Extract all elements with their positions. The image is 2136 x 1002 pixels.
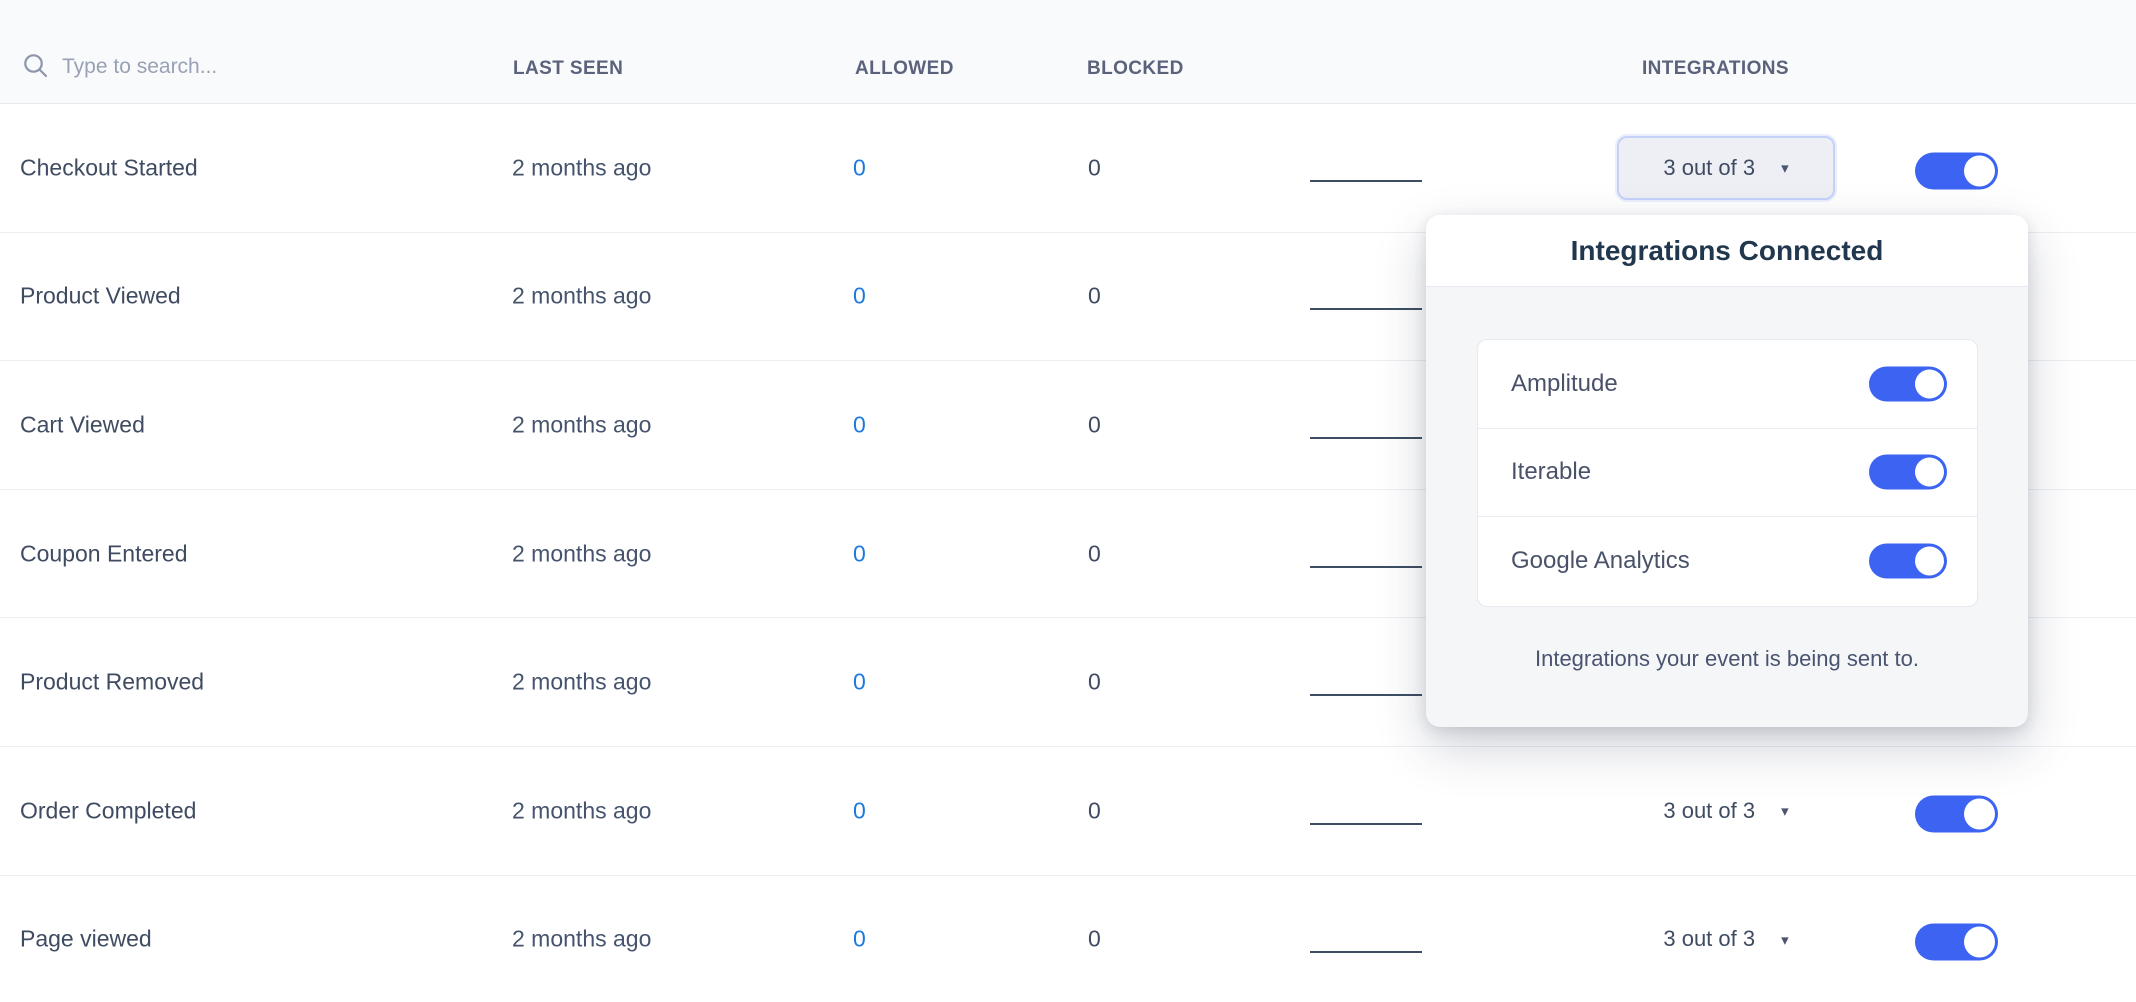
- integration-label: Google Analytics: [1511, 547, 1690, 575]
- chevron-down-icon: ▾: [1781, 804, 1789, 819]
- integration-label: Amplitude: [1511, 370, 1618, 398]
- integration-toggle[interactable]: [1869, 544, 1947, 579]
- toggle-knob: [1964, 927, 1995, 958]
- activity-sparkline: [1310, 823, 1422, 825]
- event-name: Cart Viewed: [20, 411, 145, 438]
- event-name: Product Viewed: [20, 283, 181, 310]
- event-toggle[interactable]: [1915, 152, 1998, 189]
- table-row: Checkout Started 2 months ago 0 0 3 out …: [0, 104, 2136, 233]
- activity-sparkline: [1310, 308, 1422, 310]
- table-header: LAST SEEN ALLOWED BLOCKED INTEGRATIONS: [0, 0, 2136, 104]
- event-toggle[interactable]: [1915, 795, 1998, 832]
- event-toggle[interactable]: [1915, 924, 1998, 961]
- activity-sparkline: [1310, 951, 1422, 953]
- popover-header: Integrations Connected: [1426, 215, 2028, 287]
- table-row: Order Completed 2 months ago 0 0 3 out o…: [0, 747, 2136, 876]
- integration-label: Iterable: [1511, 458, 1591, 486]
- search-icon: [22, 52, 49, 79]
- blocked-count: 0: [1088, 411, 1101, 438]
- toggle-knob: [1915, 458, 1944, 487]
- activity-sparkline: [1310, 180, 1422, 182]
- integrations-dropdown-label: 3 out of 3: [1663, 798, 1755, 824]
- blocked-count: 0: [1088, 797, 1101, 824]
- chevron-down-icon: ▾: [1781, 161, 1789, 176]
- event-name: Coupon Entered: [20, 540, 188, 567]
- chevron-down-icon: ▾: [1781, 933, 1789, 948]
- integration-toggle[interactable]: [1869, 366, 1947, 401]
- integrations-dropdown-label: 3 out of 3: [1663, 155, 1755, 181]
- integration-row: Amplitude: [1478, 340, 1977, 429]
- last-seen-value: 2 months ago: [512, 669, 651, 696]
- allowed-count-link[interactable]: 0: [853, 411, 866, 438]
- blocked-count: 0: [1088, 540, 1101, 567]
- allowed-count-link[interactable]: 0: [853, 154, 866, 181]
- activity-sparkline: [1310, 437, 1422, 439]
- last-seen-value: 2 months ago: [512, 540, 651, 567]
- popover-caption: Integrations your event is being sent to…: [1426, 646, 2028, 672]
- blocked-count: 0: [1088, 283, 1101, 310]
- integration-row: Iterable: [1478, 429, 1977, 518]
- last-seen-value: 2 months ago: [512, 154, 651, 181]
- search-input[interactable]: [62, 50, 362, 84]
- last-seen-value: 2 months ago: [512, 926, 651, 953]
- table-row: Page viewed 2 months ago 0 0 3 out of 3 …: [0, 876, 2136, 1002]
- event-name: Product Removed: [20, 669, 204, 696]
- events-table-page: LAST SEEN ALLOWED BLOCKED INTEGRATIONS C…: [0, 0, 2136, 1002]
- event-name: Checkout Started: [20, 154, 198, 181]
- integrations-popover: Integrations Connected Amplitude Iterabl…: [1426, 215, 2028, 727]
- activity-sparkline: [1310, 566, 1422, 568]
- integrations-dropdown[interactable]: 3 out of 3 ▾: [1617, 779, 1835, 843]
- allowed-count-link[interactable]: 0: [853, 669, 866, 696]
- column-header-last-seen: LAST SEEN: [513, 58, 623, 80]
- column-header-blocked: BLOCKED: [1087, 58, 1184, 80]
- toggle-knob: [1964, 798, 1995, 829]
- allowed-count-link[interactable]: 0: [853, 797, 866, 824]
- column-header-integrations: INTEGRATIONS: [1642, 58, 1789, 80]
- column-header-allowed: ALLOWED: [855, 58, 954, 80]
- toggle-knob: [1915, 547, 1944, 576]
- integration-row: Google Analytics: [1478, 517, 1977, 606]
- popover-title: Integrations Connected: [1571, 235, 1884, 267]
- integrations-list: Amplitude Iterable Google Analytics: [1477, 339, 1978, 607]
- integration-toggle[interactable]: [1869, 455, 1947, 490]
- blocked-count: 0: [1088, 154, 1101, 181]
- blocked-count: 0: [1088, 669, 1101, 696]
- integrations-dropdown-label: 3 out of 3: [1663, 926, 1755, 952]
- activity-sparkline: [1310, 694, 1422, 696]
- event-name: Page viewed: [20, 926, 152, 953]
- last-seen-value: 2 months ago: [512, 797, 651, 824]
- toggle-knob: [1964, 155, 1995, 186]
- allowed-count-link[interactable]: 0: [853, 283, 866, 310]
- toggle-knob: [1915, 369, 1944, 398]
- integrations-dropdown[interactable]: 3 out of 3 ▾: [1617, 136, 1835, 200]
- last-seen-value: 2 months ago: [512, 411, 651, 438]
- last-seen-value: 2 months ago: [512, 283, 651, 310]
- event-name: Order Completed: [20, 797, 196, 824]
- blocked-count: 0: [1088, 926, 1101, 953]
- integrations-dropdown[interactable]: 3 out of 3 ▾: [1617, 907, 1835, 971]
- allowed-count-link[interactable]: 0: [853, 540, 866, 567]
- allowed-count-link[interactable]: 0: [853, 926, 866, 953]
